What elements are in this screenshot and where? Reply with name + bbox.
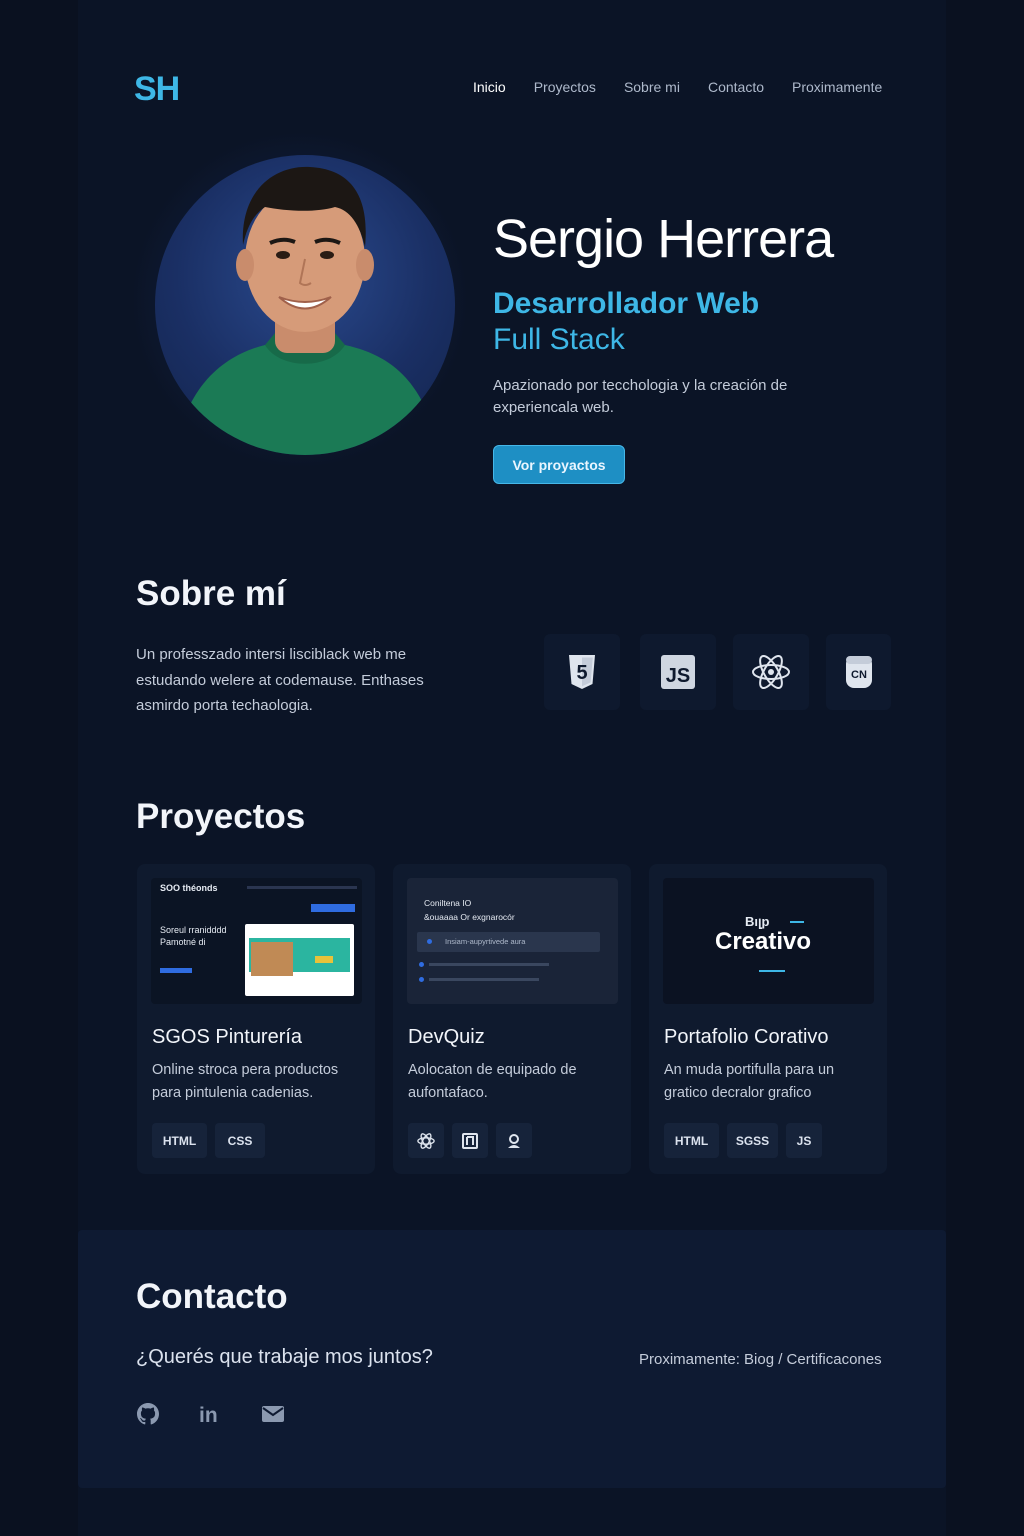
js-label: JS: [666, 665, 690, 687]
cn-icon: CN: [845, 656, 872, 688]
cn-label: CN: [851, 669, 867, 681]
project-card-portafolio[interactable]: Bıլp Creativo Portafolio Corativo An mud…: [649, 864, 887, 1174]
linkedin-link[interactable]: in: [198, 1402, 222, 1427]
hero-role: Desarrollador Web Full Stack: [493, 286, 759, 358]
nav-sobre-mi[interactable]: Sobre mi: [624, 79, 680, 95]
react-icon: [752, 655, 790, 689]
project-title: SGOS Pinturería: [152, 1026, 303, 1048]
project-thumbnail: SOO théonds Soreul rranidddd Pamotné di: [151, 878, 362, 1004]
tech-react: [733, 634, 809, 710]
nav-contacto[interactable]: Contacto: [708, 79, 764, 95]
tech-cn: CN: [826, 634, 891, 710]
tag-sgss: SGSS: [727, 1123, 778, 1158]
thumb-accent-line: [790, 921, 804, 923]
thumb-radio: [419, 962, 424, 967]
thumb-headline-2: Pamotné di: [160, 937, 206, 947]
thumb-nav: [247, 886, 357, 889]
tech-html5: 5: [544, 634, 620, 710]
projects-title: Proyectos: [136, 797, 306, 836]
thumb-screen: [245, 924, 354, 996]
thumb-quiz-select: Insiam-aupyrtivede aura: [417, 932, 600, 952]
project-description: An muda portifulla para un gratico decra…: [664, 1062, 835, 1101]
hero-role-line2: Full Stack: [493, 323, 625, 356]
thumb-radio: [419, 977, 424, 982]
about-title: Sobre mí: [136, 574, 286, 613]
project-description: Aolocaton de equipado de aufontafaco.: [408, 1062, 577, 1101]
github-link[interactable]: [136, 1402, 160, 1426]
hero-name: Sergio Herrera: [493, 209, 834, 269]
html5-label: 5: [576, 662, 587, 684]
thumb-screen-tag: [315, 956, 333, 963]
nav-proximamente[interactable]: Proximamente: [792, 79, 882, 95]
thumb-headline-1: Soreul rranidddd: [160, 925, 227, 935]
project-tags: HTML CSS: [152, 1123, 265, 1158]
tag-html: HTML: [152, 1123, 207, 1158]
html5-icon: 5: [569, 655, 595, 689]
nav-inicio[interactable]: Inicio: [473, 79, 506, 95]
linkedin-icon: in: [199, 1404, 218, 1427]
coming-soon-text: Proximamente: Biog / Certificacones: [639, 1351, 882, 1368]
tag-html: HTML: [664, 1123, 719, 1158]
thumb-headline: Soreul rranidddd Pamotné di: [160, 924, 227, 948]
hero-description: Apazionado por tecchologia y la creación…: [493, 377, 788, 416]
thumb-select-text: Insiam-aupyrtivede aura: [445, 937, 526, 946]
linkedin-label: in: [199, 1404, 218, 1426]
view-projects-button[interactable]: Vor proyactos: [493, 445, 625, 484]
tag-js: JS: [786, 1123, 822, 1158]
project-thumbnail: Coniltena IO &ouaaaa Or exgnarocór Insia…: [407, 878, 618, 1004]
thumb-quiz-title: Coniltena IO &ouaaaa Or exgnarocór: [424, 896, 515, 924]
project-title: Portafolio Corativo: [664, 1026, 829, 1048]
tag-user: [496, 1123, 532, 1158]
tech-js: JS: [640, 634, 716, 710]
thumb-quiz-line-2: &ouaaaa Or exgnarocór: [424, 912, 515, 922]
thumb-creativo: Creativo: [715, 928, 812, 955]
project-thumbnail: Bıլp Creativo: [663, 878, 874, 1004]
logo[interactable]: SH: [134, 70, 180, 109]
hero-role-line1: Desarrollador Web: [493, 287, 760, 320]
react-icon: [417, 1132, 435, 1149]
thumb-accent-line: [759, 970, 785, 972]
mail-icon: [262, 1406, 284, 1422]
thumb-button: [160, 968, 192, 973]
thumb-option-line: [429, 978, 539, 981]
tag-square: [452, 1123, 488, 1158]
thumb-radio: [427, 939, 432, 944]
tag-css: CSS: [215, 1123, 265, 1158]
project-card-devquiz[interactable]: Coniltena IO &ouaaaa Or exgnarocór Insia…: [393, 864, 631, 1174]
tag-react: [408, 1123, 444, 1158]
about-text: Un professzado intersi lisciblack web me…: [136, 646, 424, 714]
square-icon: [462, 1132, 478, 1149]
thumb-screen-photo: [251, 942, 293, 976]
thumb-option-line: [429, 963, 549, 966]
project-description: Online stroca pera productos para pintul…: [152, 1062, 339, 1101]
thumb-quiz-line-1: Coniltena IO: [424, 898, 472, 908]
project-title: DevQuiz: [408, 1026, 485, 1048]
project-card-sgos[interactable]: SOO théonds Soreul rranidddd Pamotné di …: [137, 864, 375, 1174]
js-icon: JS: [661, 655, 695, 689]
thumb-brand: SOO théonds: [160, 883, 218, 893]
portrait-illustration: [175, 166, 440, 455]
contact-title: Contacto: [136, 1277, 288, 1316]
contact-question: ¿Querés que trabaje mos juntos?: [136, 1346, 433, 1368]
github-icon: [137, 1403, 159, 1425]
project-tags: [408, 1123, 532, 1158]
main-nav: Inicio Proyectos Sobre mi Contacto Proxi…: [473, 79, 882, 95]
user-icon: [508, 1133, 520, 1148]
email-link[interactable]: [261, 1402, 285, 1426]
thumb-cta: [311, 904, 355, 912]
project-tags: HTML SGSS JS: [664, 1123, 822, 1158]
avatar: [155, 155, 455, 455]
nav-proyectos[interactable]: Proyectos: [534, 79, 596, 95]
